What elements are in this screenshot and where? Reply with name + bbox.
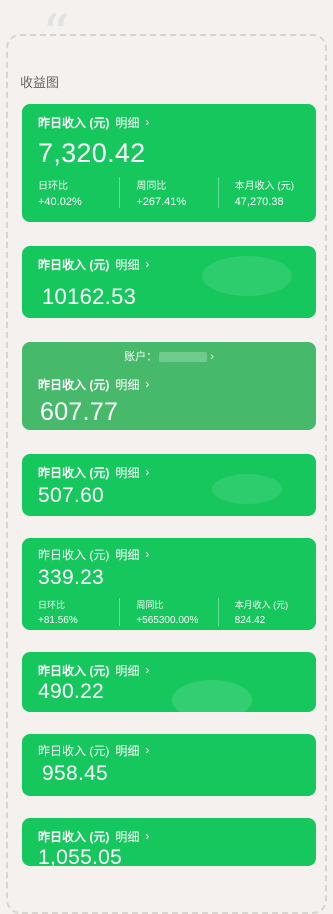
yesterday-income-value: 507.60 [38, 484, 105, 507]
detail-link[interactable]: 明细 [115, 114, 139, 131]
stat-label: 日环比 [38, 600, 66, 610]
card-header[interactable]: 昨日收入 (元) 明细 › [38, 114, 149, 131]
yesterday-income-value: 1,055.05 [38, 846, 123, 866]
earnings-card[interactable]: 账户： › 昨日收入 (元) 明细 › 607.77 [22, 342, 316, 430]
account-line: 账户： › [22, 348, 316, 364]
detail-link[interactable]: 明细 [115, 828, 139, 845]
detail-link[interactable]: 明细 [115, 256, 139, 273]
background-shape [202, 256, 292, 296]
earnings-card[interactable]: 昨日收入 (元) 明细 › 7,320.42 日环比 +40.02% 周同比 +… [22, 104, 316, 222]
yesterday-income-value: 607.77 [40, 398, 119, 426]
stat-label: 日环比 [38, 181, 68, 192]
stat-value: +565300.00% [136, 615, 199, 626]
card-header[interactable]: 昨日收入 (元) 明细 › [38, 376, 149, 393]
stat-day-change: 日环比 +40.02% [22, 177, 119, 208]
chevron-right-icon: › [145, 376, 150, 391]
yesterday-income-label: 昨日收入 (元) [38, 116, 110, 130]
earnings-card[interactable]: 昨日收入 (元) 明细 › 339.23 日环比 +81.56% 周同比 +56… [22, 538, 316, 630]
detail-link[interactable]: 明细 [115, 662, 139, 679]
chevron-right-icon: › [145, 464, 150, 479]
card-header[interactable]: 昨日收入 (元) 明细 › [38, 546, 149, 563]
account-label: 账户： [124, 351, 158, 363]
stat-value: +40.02% [38, 196, 82, 208]
earnings-card[interactable]: 昨日收入 (元) 明细 › 507.60 [22, 454, 316, 516]
card-header[interactable]: 昨日收入 (元) 明细 › [38, 742, 149, 759]
earnings-card[interactable]: 昨日收入 (元) 明细 › 1,055.05 [22, 818, 316, 866]
card-header[interactable]: 昨日收入 (元) 明细 › [38, 662, 149, 679]
account-name-redacted [159, 352, 208, 363]
earnings-card[interactable]: 昨日收入 (元) 明细 › 10162.53 [22, 246, 316, 318]
yesterday-income-value: 339.23 [38, 566, 105, 589]
background-shape [172, 680, 252, 712]
chevron-right-icon: › [210, 351, 214, 363]
yesterday-income-label: 昨日收入 (元) [38, 258, 110, 272]
detail-link[interactable]: 明细 [115, 464, 139, 481]
yesterday-income-label: 昨日收入 (元) [38, 378, 110, 392]
earnings-card[interactable]: 昨日收入 (元) 明细 › 958.45 [22, 734, 316, 796]
yesterday-income-label: 昨日收入 (元) [38, 830, 110, 844]
stat-label: 周同比 [136, 181, 167, 192]
stat-label: 周同比 [136, 600, 164, 610]
section-title: 收益图 [20, 75, 60, 90]
chevron-right-icon: › [145, 114, 150, 129]
background-shape [212, 474, 282, 504]
stats-row: 日环比 +81.56% 周同比 +565300.00% 本月收入 (元) 824… [22, 598, 316, 626]
yesterday-income-label: 昨日收入 (元) [38, 664, 110, 678]
yesterday-income-label: 昨日收入 (元) [38, 744, 110, 758]
stat-label: 本月收入 (元) [234, 600, 289, 610]
stat-value: 824.42 [234, 615, 266, 626]
stat-day-change: 日环比 +81.56% [22, 598, 119, 626]
yesterday-income-value: 490.22 [38, 680, 105, 703]
yesterday-income-value: 7,320.42 [38, 138, 146, 168]
stat-value: +81.56% [38, 615, 78, 626]
stat-week-change: 周同比 +565300.00% [119, 598, 217, 626]
stats-row: 日环比 +40.02% 周同比 +267.41% 本月收入 (元) 47,270… [22, 177, 316, 208]
stat-month-income: 本月收入 (元) 824.42 [217, 598, 316, 626]
card-header[interactable]: 昨日收入 (元) 明细 › [38, 828, 149, 845]
stat-label: 本月收入 (元) [234, 181, 295, 192]
yesterday-income-value: 10162.53 [42, 284, 137, 309]
chevron-right-icon: › [145, 256, 150, 271]
stat-month-income: 本月收入 (元) 47,270.38 [217, 177, 316, 208]
card-header[interactable]: 昨日收入 (元) 明细 › [38, 464, 149, 481]
detail-link[interactable]: 明细 [115, 546, 139, 563]
stat-week-change: 周同比 +267.41% [119, 177, 217, 208]
detail-link[interactable]: 明细 [115, 376, 139, 393]
chevron-right-icon: › [145, 828, 150, 843]
chevron-right-icon: › [145, 742, 150, 757]
earnings-card[interactable]: 昨日收入 (元) 明细 › 490.22 [22, 652, 316, 712]
chevron-right-icon: › [145, 662, 150, 677]
card-header[interactable]: 昨日收入 (元) 明细 › [38, 256, 149, 273]
yesterday-income-label: 昨日收入 (元) [38, 466, 110, 480]
chevron-right-icon: › [145, 546, 150, 561]
earnings-page: “ 收益图 昨日收入 (元) 明细 › 7,320.42 日环比 +40.02%… [0, 0, 333, 914]
detail-link[interactable]: 明细 [115, 742, 139, 759]
stat-value: 47,270.38 [234, 196, 284, 208]
yesterday-income-label: 昨日收入 (元) [38, 548, 110, 562]
stat-value: +267.41% [136, 196, 187, 208]
yesterday-income-value: 958.45 [42, 762, 109, 785]
